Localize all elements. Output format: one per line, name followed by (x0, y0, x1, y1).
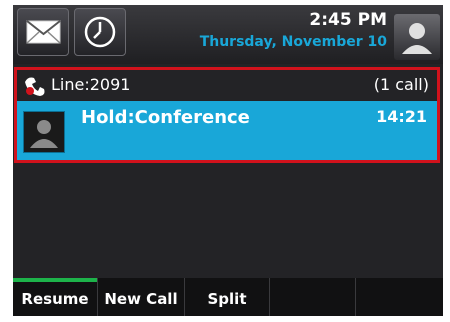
user-avatar-icon[interactable] (394, 14, 440, 60)
resume-button[interactable]: Resume (13, 278, 98, 316)
call-row[interactable]: Hold:Conference 14:21 (17, 101, 437, 160)
line-label: Line:2091 (51, 75, 131, 94)
messages-button[interactable] (17, 8, 69, 56)
phone-screen: 2:45 PM Thursday, November 10 Line:2091 … (13, 5, 443, 316)
new-call-label: New Call (104, 290, 178, 308)
call-name: Hold:Conference (81, 107, 250, 128)
split-button[interactable]: Split (185, 278, 270, 316)
call-timer: 14:21 (376, 107, 427, 126)
softkey-4[interactable] (270, 278, 356, 316)
envelope-icon (26, 20, 61, 44)
call-count: (1 call) (373, 75, 429, 94)
new-call-button[interactable]: New Call (98, 278, 185, 316)
clock-icon (84, 16, 116, 48)
resume-label: Resume (21, 290, 89, 308)
softkey-5[interactable] (356, 278, 443, 316)
softkey-bar: Resume New Call Split (13, 278, 443, 316)
line-group: Line:2091 (1 call) Hold:Conference 14:21 (14, 67, 440, 163)
line-header[interactable]: Line:2091 (1 call) (17, 70, 437, 99)
line-handset-icon (25, 77, 45, 96)
recent-calls-button[interactable] (74, 8, 126, 56)
clock-date: Thursday, November 10 (199, 34, 387, 50)
contact-avatar-icon (23, 111, 65, 153)
split-label: Split (207, 290, 247, 308)
status-bar: 2:45 PM Thursday, November 10 (13, 5, 443, 64)
active-indicator (13, 278, 97, 282)
clock-time: 2:45 PM (309, 10, 387, 30)
